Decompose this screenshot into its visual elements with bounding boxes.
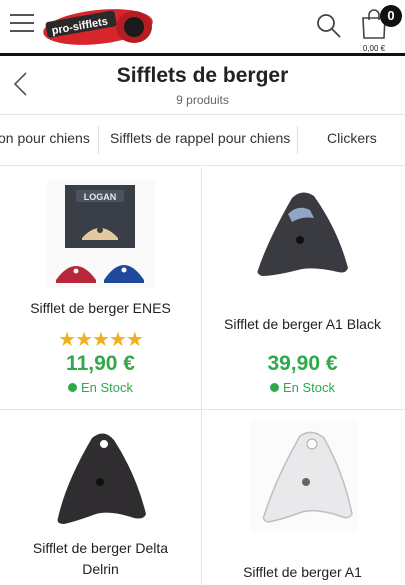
product-price: 39,90 € — [267, 352, 338, 375]
stock-status: En Stock — [0, 380, 201, 395]
stock-dot-icon — [67, 383, 77, 392]
package-brand-text: LOGAN — [84, 192, 117, 202]
site-logo[interactable]: pro-sifflets — [42, 5, 154, 47]
product-card[interactable]: LOGAN Sifflet de berger ENES ★★★★★ 11,90… — [0, 167, 201, 409]
title-bar: Sifflets de berger 9 produits — [0, 59, 405, 115]
product-grid: LOGAN Sifflet de berger ENES ★★★★★ 11,90… — [0, 167, 405, 585]
cart-count-badge: 0 — [380, 5, 402, 27]
site-header: pro-sifflets 0 0,00 € — [0, 0, 405, 56]
category-tab[interactable]: on pour chiens — [0, 130, 90, 146]
rating-stars: ★★★★★ — [58, 329, 144, 351]
cart-button[interactable]: 0 0,00 € — [360, 5, 402, 54]
stock-dot-icon — [269, 383, 279, 392]
product-name[interactable]: Sifflet de berger A1 Black — [202, 314, 403, 335]
menu-icon[interactable] — [10, 14, 34, 36]
category-tab[interactable]: Sifflets de rappel pour chiens — [110, 130, 290, 146]
category-tab[interactable]: Clickers — [327, 130, 377, 146]
product-price: 11,90 € — [66, 352, 135, 375]
stock-label: En Stock — [282, 380, 336, 395]
product-image[interactable] — [0, 422, 201, 530]
product-name[interactable]: Sifflet de berger Delta Delrin — [0, 538, 201, 580]
product-card[interactable]: Sifflet de berger A1 — [202, 410, 403, 585]
category-strip: on pour chiens Sifflets de rappel pour c… — [0, 116, 405, 166]
stock-label: En Stock — [80, 380, 134, 395]
product-count: 9 produits — [176, 93, 229, 107]
product-image[interactable]: LOGAN — [0, 180, 201, 288]
stock-status: En Stock — [202, 380, 403, 395]
product-name[interactable]: Sifflet de berger ENES — [0, 298, 201, 319]
product-image[interactable] — [202, 420, 403, 532]
search-icon[interactable] — [316, 13, 342, 39]
product-name[interactable]: Sifflet de berger A1 — [202, 562, 403, 583]
category-divider — [297, 126, 298, 154]
product-card[interactable]: Sifflet de berger A1 Black 39,90 € En St… — [202, 167, 403, 409]
page-title: Sifflets de berger — [116, 64, 289, 87]
product-image[interactable] — [202, 180, 403, 288]
product-card[interactable]: Sifflet de berger Delta Delrin — [0, 410, 201, 585]
category-divider — [98, 126, 99, 154]
cart-total: 0,00 € — [362, 44, 386, 53]
